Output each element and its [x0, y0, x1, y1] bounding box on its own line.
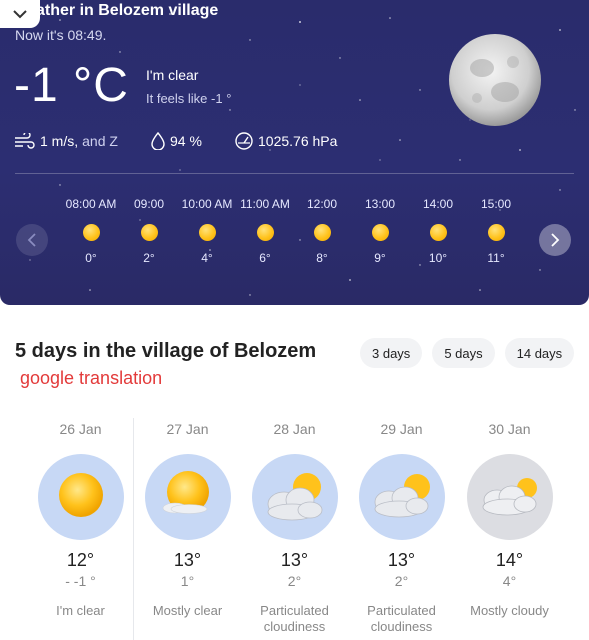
page-title: ather in Belozem village	[36, 2, 219, 19]
pressure-metric: 1025.76 hPa	[234, 132, 337, 150]
hourly-prev-button[interactable]	[16, 224, 48, 256]
pressure-value: 1025.76 hPa	[258, 133, 338, 149]
sun-icon	[82, 224, 100, 241]
current-condition: I'm clear	[146, 67, 199, 83]
translation-note: google translation	[20, 368, 163, 388]
forecast-heading: 5 days in the village of Belozem	[15, 340, 317, 362]
day-high: 13°	[173, 550, 202, 570]
day-date: 28 Jan	[273, 421, 316, 437]
partly-cloudy-icon	[358, 454, 445, 540]
day-low: 4°	[502, 573, 517, 589]
daily-forecast: 26 Jan 12° - -1 ° I'm clear 27 Jan 13° 1…	[27, 418, 563, 640]
day-item[interactable]: 28 Jan 13° 2° Particulated cloudiness	[241, 418, 348, 635]
day-item[interactable]: 29 Jan 13° 2° Particulated cloudiness	[348, 418, 455, 635]
day-date: 26 Jan	[59, 421, 102, 437]
day-description: Particulated cloudiness	[260, 603, 329, 634]
sun-icon	[429, 224, 447, 241]
tab-3-days[interactable]: 3 days	[360, 338, 423, 368]
chevron-left-icon	[27, 233, 36, 247]
current-time: Now it's 08:49.	[15, 27, 107, 43]
sun-icon	[313, 224, 331, 241]
wind-direction: and Z	[82, 133, 118, 149]
day-item[interactable]: 27 Jan 13° 1° Mostly clear	[134, 418, 241, 619]
sun-icon	[198, 224, 216, 241]
day-date: 27 Jan	[166, 421, 209, 437]
hourly-forecast: 08:00 AM 0° 09:00 2° 10:00 AM 4° 11:00 A…	[0, 197, 589, 277]
sun-icon	[256, 224, 274, 241]
hour-temp: 11°	[487, 251, 505, 265]
day-description: Mostly clear	[152, 603, 223, 618]
mostly-cloudy-icon	[466, 454, 553, 540]
wind-speed: 1 m/s,	[40, 133, 79, 149]
chevron-down-icon	[13, 10, 27, 19]
sun-icon	[371, 224, 389, 241]
wind-icon	[15, 133, 35, 149]
sun-icon	[37, 454, 124, 540]
day-description: Particulated cloudiness	[367, 603, 436, 634]
day-low: 2°	[394, 573, 409, 589]
gauge-icon	[235, 132, 253, 150]
chevron-right-icon	[551, 233, 560, 247]
day-high: 13°	[280, 550, 309, 570]
droplet-icon	[151, 132, 165, 150]
forecast-range-tabs: 3 days 5 days 14 days	[360, 338, 575, 368]
humidity-value: 94 %	[170, 133, 202, 149]
tab-14-days[interactable]: 14 days	[504, 338, 575, 368]
day-low: 2°	[287, 573, 302, 589]
day-high: 12°	[66, 550, 95, 570]
hour-time: 15:00	[480, 197, 512, 211]
day-description: Mostly cloudy	[470, 603, 549, 618]
partly-cloudy-icon	[251, 454, 338, 540]
day-item[interactable]: 26 Jan 12° - -1 ° I'm clear	[27, 418, 134, 619]
day-date: 30 Jan	[488, 421, 531, 437]
day-low: 1°	[180, 573, 195, 589]
hourly-item: 15:00 11°	[461, 197, 531, 265]
day-date: 29 Jan	[380, 421, 423, 437]
sun-icon	[140, 224, 158, 241]
collapse-button[interactable]	[0, 0, 40, 28]
day-low: - -1 °	[65, 573, 96, 589]
sun-icon	[487, 224, 505, 241]
current-weather-card: ather in Belozem village Now it's 08:49.…	[0, 0, 589, 305]
moon-icon	[449, 34, 541, 126]
wind-metric: 1 m/s, and Z	[14, 133, 150, 149]
current-metrics: 1 m/s, and Z 94 % 1025.76 hPa	[14, 132, 337, 150]
divider	[15, 173, 574, 174]
day-high: 14°	[495, 550, 524, 570]
hourly-next-button[interactable]	[539, 224, 571, 256]
humidity-metric: 94 %	[150, 132, 234, 150]
day-high: 13°	[387, 550, 416, 570]
day-description: I'm clear	[56, 603, 105, 618]
feels-like: It feels like -1 °	[146, 91, 232, 106]
current-temperature: -1 °C	[14, 59, 129, 112]
sun-small-cloud-icon	[144, 454, 231, 540]
day-item[interactable]: 30 Jan 14° 4° Mostly cloudy	[456, 418, 563, 619]
tab-5-days[interactable]: 5 days	[432, 338, 495, 368]
